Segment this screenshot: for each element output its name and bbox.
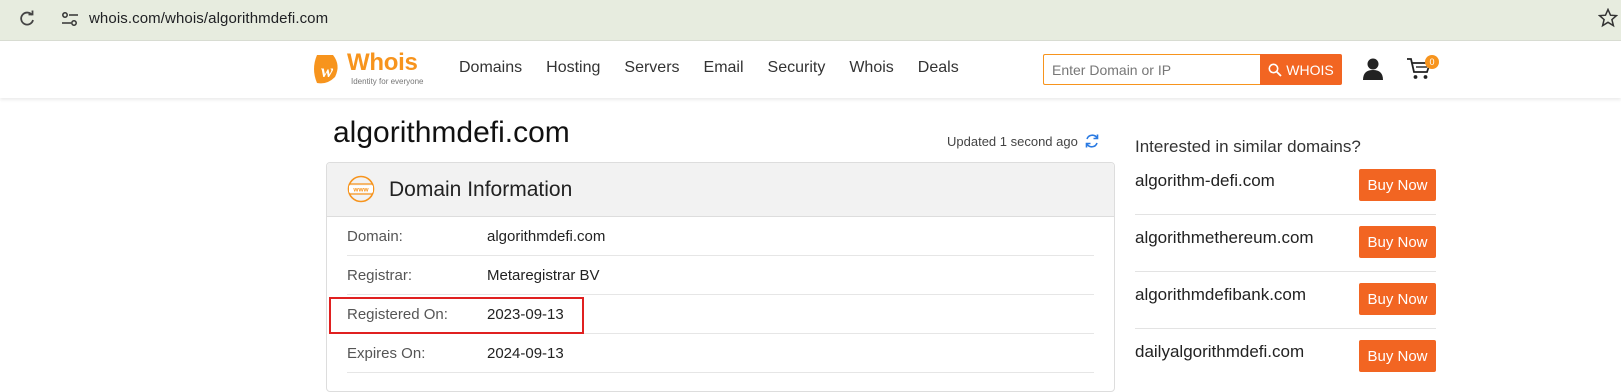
- address-bar[interactable]: whois.com/whois/algorithmdefi.com: [53, 4, 1593, 34]
- user-account-icon[interactable]: [1362, 57, 1384, 81]
- suggestion-row: dailyalgorithmdefi.com Buy Now: [1135, 329, 1436, 386]
- nav-deals[interactable]: Deals: [918, 59, 959, 77]
- site-info-icon[interactable]: [61, 11, 79, 27]
- cart-count-badge: 0: [1425, 55, 1439, 69]
- buy-now-button[interactable]: Buy Now: [1359, 169, 1436, 201]
- similar-domains-heading: Interested in similar domains?: [1135, 137, 1361, 156]
- card-header: www Domain Information: [327, 163, 1114, 217]
- row-value: Metaregistrar BV: [487, 267, 600, 284]
- logo-tagline: Identity for everyone: [351, 77, 424, 86]
- suggested-domain-name: algorithm-defi.com: [1135, 171, 1275, 190]
- main-nav: Domains Hosting Servers Email Security W…: [459, 59, 983, 77]
- nav-whois[interactable]: Whois: [849, 59, 893, 77]
- row-label: Domain:: [347, 228, 403, 245]
- buy-now-button[interactable]: Buy Now: [1359, 340, 1436, 372]
- domain-info-rows: Domain: algorithmdefi.com Registrar: Met…: [327, 217, 1114, 373]
- registered-on-highlight: [329, 297, 584, 334]
- domain-search-input[interactable]: [1043, 54, 1260, 85]
- nav-security[interactable]: Security: [768, 59, 826, 77]
- refresh-icon[interactable]: [1084, 133, 1100, 149]
- suggested-domain-name: algorithmethereum.com: [1135, 228, 1314, 247]
- nav-email[interactable]: Email: [704, 59, 744, 77]
- url-text[interactable]: whois.com/whois/algorithmdefi.com: [89, 10, 328, 27]
- row-label: Expires On:: [347, 345, 426, 362]
- buy-now-button[interactable]: Buy Now: [1359, 226, 1436, 258]
- suggested-domain-name: algorithmdefibank.com: [1135, 285, 1307, 304]
- logo-mark-icon: w: [314, 55, 338, 84]
- page-title: algorithmdefi.com: [333, 116, 570, 149]
- row-label: Registrar:: [347, 267, 413, 284]
- updated-text: Updated 1 second ago: [947, 133, 1078, 149]
- suggestion-row: algorithmdefibank.com Buy Now: [1135, 272, 1436, 329]
- row-value: 2024-09-13: [487, 345, 564, 362]
- browser-toolbar: whois.com/whois/algorithmdefi.com: [0, 0, 1621, 41]
- bookmark-star-icon[interactable]: [1598, 8, 1618, 28]
- nav-servers[interactable]: Servers: [624, 59, 679, 77]
- row-value: algorithmdefi.com: [487, 228, 606, 245]
- domain-information-card: www Domain Information Domain: algorithm…: [326, 162, 1115, 392]
- info-row-registrar: Registrar: Metaregistrar BV: [347, 256, 1094, 295]
- svg-text:w: w: [321, 61, 334, 81]
- reload-icon[interactable]: [17, 9, 37, 29]
- svg-text:www: www: [352, 187, 369, 194]
- suggestion-row: algorithm-defi.com Buy Now: [1135, 158, 1436, 215]
- logo-wordmark: Whois: [347, 49, 418, 76]
- site-header: w Whois Identity for everyone Domains Ho…: [0, 41, 1621, 98]
- search-icon: [1268, 63, 1282, 77]
- whois-logo[interactable]: w Whois Identity for everyone: [309, 49, 434, 89]
- updated-status: Updated 1 second ago: [947, 133, 1100, 149]
- buy-now-button[interactable]: Buy Now: [1359, 283, 1436, 315]
- whois-search-label: WHOIS: [1286, 61, 1334, 78]
- card-title: Domain Information: [389, 178, 573, 201]
- www-globe-icon: www: [347, 175, 375, 203]
- nav-domains[interactable]: Domains: [459, 59, 522, 77]
- suggested-domain-name: dailyalgorithmdefi.com: [1135, 342, 1305, 361]
- whois-search-button[interactable]: WHOIS: [1260, 54, 1342, 85]
- info-row-domain: Domain: algorithmdefi.com: [347, 217, 1094, 256]
- suggestion-row: algorithmethereum.com Buy Now: [1135, 215, 1436, 272]
- nav-hosting[interactable]: Hosting: [546, 59, 600, 77]
- info-row-expires-on: Expires On: 2024-09-13: [347, 334, 1094, 373]
